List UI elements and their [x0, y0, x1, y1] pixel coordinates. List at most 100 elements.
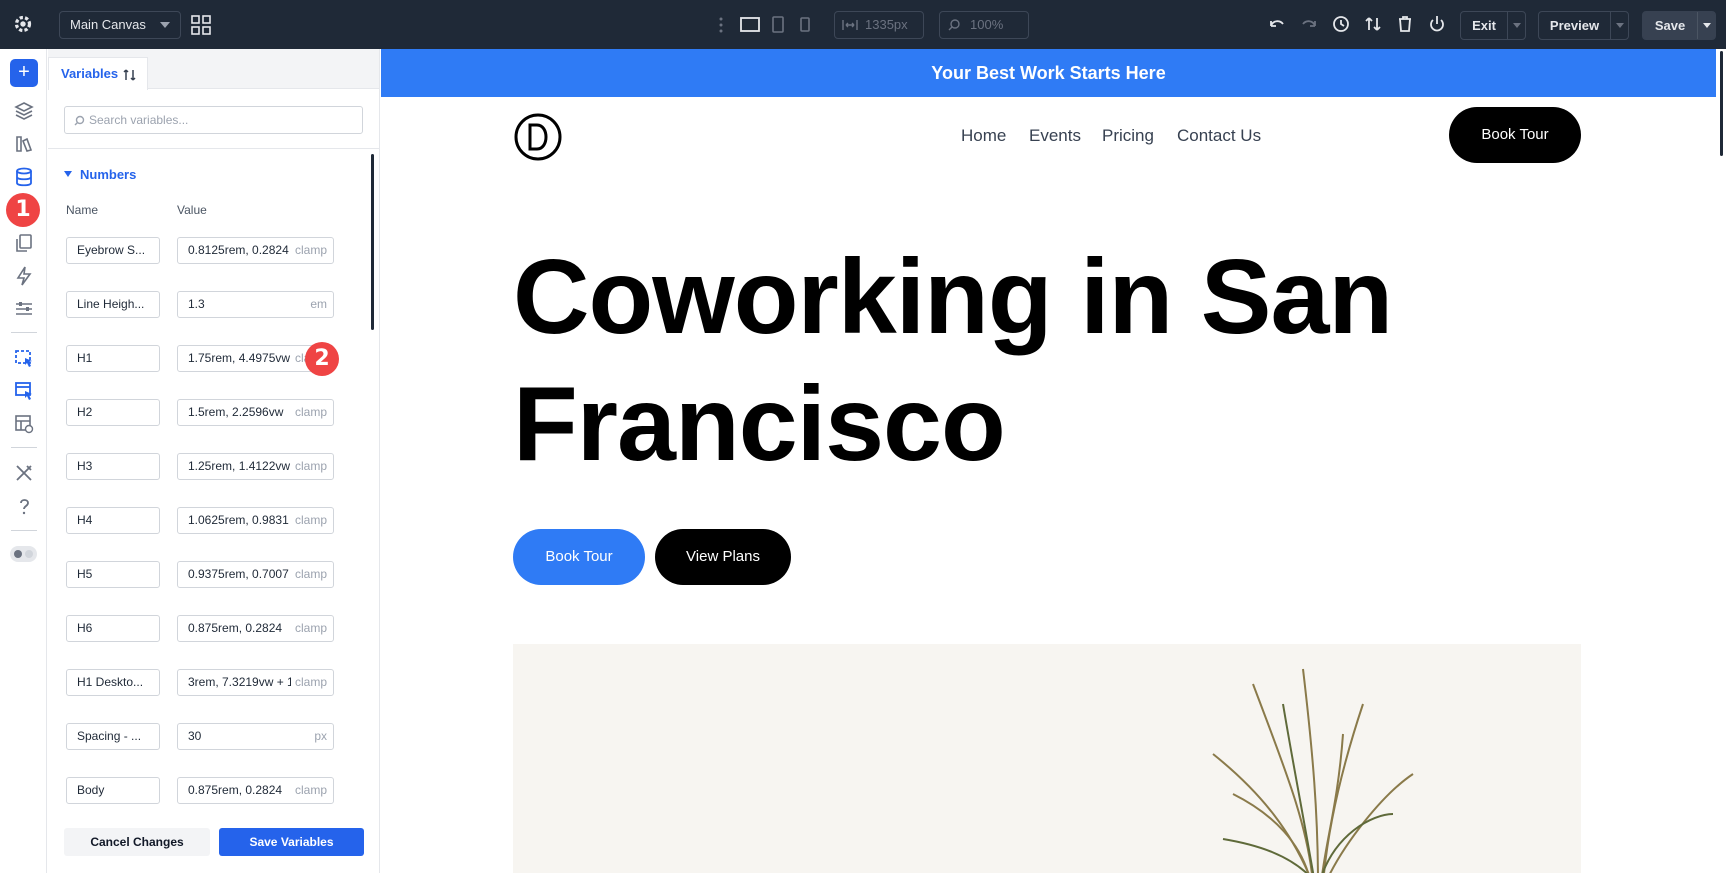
variable-unit[interactable]: clamp	[290, 670, 327, 695]
variable-value-field[interactable]: 30 px	[177, 723, 334, 750]
variable-value-field[interactable]: 1.3 em	[177, 291, 334, 318]
variable-row: Line Heigh... 1.3 em	[66, 291, 334, 318]
variable-unit[interactable]: clamp	[290, 562, 327, 587]
settings-gear-icon[interactable]	[10, 11, 36, 37]
view-plans-button[interactable]: View Plans	[655, 529, 791, 585]
variable-name-field[interactable]: H2	[66, 399, 160, 426]
zoom-field[interactable]: 100%	[939, 11, 1029, 39]
panel-scrollbar[interactable]	[371, 154, 374, 330]
variable-unit[interactable]: px	[310, 724, 327, 749]
trash-icon[interactable]	[1395, 14, 1415, 34]
variable-name-field[interactable]: H1	[66, 345, 160, 372]
variable-name-field[interactable]: H4	[66, 507, 160, 534]
variable-row: Body 0.875rem, 0.2824 clamp	[66, 777, 334, 804]
variable-value-text: 0.8125rem, 0.2824	[188, 243, 289, 257]
sort-arrows-icon[interactable]	[1363, 14, 1383, 34]
variable-unit[interactable]: clamp	[290, 778, 327, 803]
preview-button[interactable]: Preview	[1538, 11, 1629, 40]
variable-value-field[interactable]: 3rem, 7.3219vw + 1 clamp	[177, 669, 334, 696]
preview-dropdown-toggle[interactable]	[1610, 12, 1628, 39]
add-element-button[interactable]: +	[10, 59, 38, 87]
canvas-width-field[interactable]: 1335px	[834, 11, 924, 39]
nav-link-pricing[interactable]: Pricing	[1102, 126, 1154, 146]
variable-unit[interactable]: clamp	[290, 238, 327, 263]
variable-value-field[interactable]: 1.25rem, 1.4122vw clamp	[177, 453, 334, 480]
save-button[interactable]: Save	[1642, 11, 1716, 40]
phone-view-icon[interactable]	[799, 15, 811, 35]
variable-name-field[interactable]: H5	[66, 561, 160, 588]
variable-value-field[interactable]: 0.875rem, 0.2824 clamp	[177, 777, 334, 804]
theme-builder-icon[interactable]	[13, 380, 35, 402]
variables-database-icon[interactable]	[13, 166, 35, 188]
canvas-scrollbar[interactable]	[1720, 51, 1723, 156]
lightning-icon[interactable]	[13, 265, 35, 287]
power-icon[interactable]	[1427, 14, 1447, 34]
tab-variables[interactable]: Variables	[48, 57, 148, 90]
nav-link-contact[interactable]: Contact Us	[1177, 126, 1261, 146]
variable-name-field[interactable]: Body	[66, 777, 160, 804]
tablet-view-icon[interactable]	[771, 15, 785, 35]
hero-book-tour-button[interactable]: Book Tour	[513, 529, 645, 585]
variable-name-field[interactable]: Spacing - ...	[66, 723, 160, 750]
variable-name-field[interactable]: H6	[66, 615, 160, 642]
variable-row: H6 0.875rem, 0.2824 clamp	[66, 615, 334, 642]
canvas-selector[interactable]: Main Canvas	[59, 11, 181, 39]
canvas-width-value: 1335px	[865, 17, 908, 32]
layers-icon[interactable]	[13, 100, 35, 122]
rail-divider	[11, 332, 37, 333]
variable-value-field[interactable]: 0.8125rem, 0.2824 clamp	[177, 237, 334, 264]
variable-unit[interactable]: clamp	[290, 508, 327, 533]
variable-unit[interactable]: clamp	[290, 400, 327, 425]
variable-unit[interactable]: em	[306, 292, 327, 317]
layout-settings-icon[interactable]	[13, 413, 35, 435]
variable-name-field[interactable]: Line Heigh...	[66, 291, 160, 318]
desktop-view-icon[interactable]	[739, 15, 761, 35]
undo-icon[interactable]	[1267, 14, 1287, 34]
variable-row: H1 Deskto... 3rem, 7.3219vw + 1 clamp	[66, 669, 334, 696]
design-library-icon[interactable]	[13, 133, 35, 155]
pages-icon[interactable]	[13, 232, 35, 254]
exit-dropdown-toggle[interactable]	[1507, 12, 1525, 39]
variable-value-field[interactable]: 1.0625rem, 0.9831 clamp	[177, 507, 334, 534]
variable-value-field[interactable]: 0.9375rem, 0.7007 clamp	[177, 561, 334, 588]
variable-unit[interactable]: clamp	[290, 454, 327, 479]
hero-image	[513, 644, 1581, 873]
variables-panel: Variables Numbers Name Value Eyebrow S..…	[48, 49, 380, 873]
numbers-section-header[interactable]: Numbers	[64, 167, 136, 182]
grid-view-icon[interactable]	[191, 15, 211, 35]
variable-name-field[interactable]: H1 Deskto...	[66, 669, 160, 696]
cancel-changes-button[interactable]: Cancel Changes	[64, 828, 210, 856]
variable-unit[interactable]: clamp	[290, 616, 327, 641]
sort-icon[interactable]	[122, 67, 138, 83]
zoom-icon	[948, 19, 960, 31]
search-variables-field[interactable]	[64, 106, 363, 134]
save-dropdown-toggle[interactable]	[1697, 12, 1715, 39]
save-variables-button[interactable]: Save Variables	[219, 828, 364, 856]
variable-name-field[interactable]: Eyebrow S...	[66, 237, 160, 264]
search-variables-input[interactable]	[89, 110, 349, 130]
template-cursor-icon[interactable]	[13, 347, 35, 369]
variable-value-text: 0.875rem, 0.2824	[188, 783, 283, 797]
variable-value-field[interactable]: 1.5rem, 2.2596vw clamp	[177, 399, 334, 426]
variable-name-field[interactable]: H3	[66, 453, 160, 480]
tools-icon[interactable]	[13, 462, 35, 484]
nav-link-home[interactable]: Home	[961, 126, 1006, 146]
help-icon[interactable]	[13, 495, 35, 517]
nav-book-tour-button[interactable]: Book Tour	[1449, 107, 1581, 163]
page-preview-canvas: Your Best Work Starts Here Home Events P…	[381, 49, 1726, 873]
variable-value-text: 3rem, 7.3219vw + 1	[188, 675, 291, 689]
variable-row: Eyebrow S... 0.8125rem, 0.2824 clamp	[66, 237, 334, 264]
name-column-header: Name	[66, 203, 99, 217]
dark-mode-toggle[interactable]	[10, 546, 37, 562]
variable-value-field[interactable]: 0.875rem, 0.2824 clamp	[177, 615, 334, 642]
redo-icon[interactable]	[1299, 14, 1319, 34]
plant-image-icon	[1212, 668, 1414, 873]
sliders-icon[interactable]	[13, 298, 35, 320]
nav-link-events[interactable]: Events	[1029, 126, 1081, 146]
more-vertical-icon[interactable]	[717, 16, 725, 34]
chevron-down-icon	[160, 22, 170, 28]
exit-button[interactable]: Exit	[1460, 11, 1526, 40]
search-icon	[74, 115, 85, 126]
site-logo-icon[interactable]	[513, 112, 563, 162]
history-clock-icon[interactable]	[1331, 14, 1351, 34]
